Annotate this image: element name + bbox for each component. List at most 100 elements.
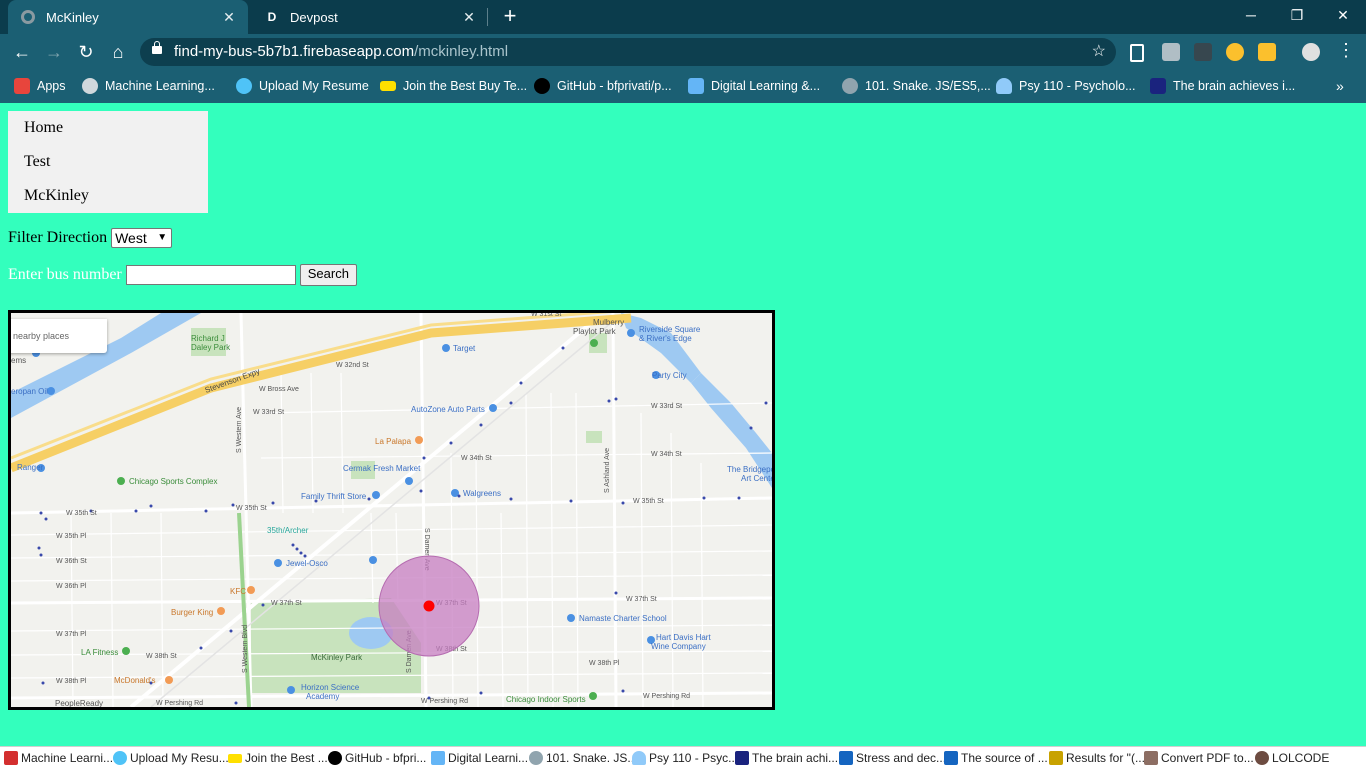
address-bar[interactable]: find-my-bus-5b7b1.firebaseapp.com/mckinl… xyxy=(140,38,1116,66)
bottom-item-github[interactable]: GitHub - bfpri... xyxy=(328,750,426,766)
bottom-item-results[interactable]: Results for "(... xyxy=(1049,750,1145,766)
home-icon[interactable]: ⌂ xyxy=(106,40,130,64)
tab-mckinley[interactable]: McKinley ✕ xyxy=(8,0,248,34)
e-icon xyxy=(735,751,749,765)
forward-icon[interactable]: → xyxy=(42,40,66,64)
svg-text:Richard J: Richard J xyxy=(191,334,225,343)
keep-notes-icon[interactable] xyxy=(1258,43,1276,61)
nav-mckinley-link[interactable]: McKinley xyxy=(8,179,208,213)
bottom-item-snake-js[interactable]: 101. Snake. JS... xyxy=(529,750,637,766)
new-tab-icon[interactable]: + xyxy=(498,4,522,28)
globe-icon xyxy=(82,78,98,94)
svg-text:Horizon Science: Horizon Science xyxy=(301,683,360,692)
more-bookmarks-icon[interactable]: » xyxy=(1336,77,1344,95)
bus-map[interactable]: Richard J Daley Park Target Riverside Squ… xyxy=(8,310,775,710)
bottom-item-upload-resume[interactable]: Upload My Resu... xyxy=(113,750,229,766)
svg-text:McDonald's: McDonald's xyxy=(114,676,156,685)
bookmark-machine-learning[interactable]: Machine Learning... xyxy=(82,77,215,95)
bookmark-brain[interactable]: The brain achieves i... xyxy=(1150,77,1295,95)
url-path: /mckinley.html xyxy=(414,43,509,60)
bottom-item-digital-learning[interactable]: Digital Learni... xyxy=(431,750,528,766)
svg-text:W 38th Pl: W 38th Pl xyxy=(56,678,87,685)
svg-text:La Palapa: La Palapa xyxy=(375,437,412,446)
nav-test-link[interactable]: Test xyxy=(8,145,208,179)
bottom-item-convert-pdf[interactable]: Convert PDF to... xyxy=(1144,750,1254,766)
svg-text:Party City: Party City xyxy=(652,371,687,380)
svg-text:W 36th Pl: W 36th Pl xyxy=(56,583,87,590)
svg-text:Chicago Sports Complex: Chicago Sports Complex xyxy=(129,477,217,486)
digital-learning-icon xyxy=(688,78,704,94)
nav-menu: Home Test McKinley xyxy=(8,111,208,213)
svg-text:W Pershing Rd: W Pershing Rd xyxy=(421,698,468,705)
avatar[interactable] xyxy=(1302,43,1320,61)
svg-text:Hart Davis Hart: Hart Davis Hart xyxy=(656,633,711,642)
e-icon xyxy=(1150,78,1166,94)
bookmark-digital-learning[interactable]: Digital Learning &... xyxy=(688,77,820,95)
direction-select-value: West xyxy=(115,230,147,246)
direction-select[interactable]: West ▼ xyxy=(111,228,173,248)
bookmark-icon[interactable] xyxy=(1130,44,1144,62)
bottom-item-source[interactable]: The source of ... xyxy=(944,750,1048,766)
svg-text:Burger King: Burger King xyxy=(171,608,213,617)
svg-text:W 37th St: W 37th St xyxy=(271,600,302,607)
svg-text:eropan Oil: eropan Oil xyxy=(11,387,48,396)
bookmark-snake-js[interactable]: 101. Snake. JS/ES5,... xyxy=(842,77,991,95)
pdf-icon xyxy=(4,751,18,765)
bookmark-apps[interactable]: Apps xyxy=(14,77,66,95)
svg-text:AutoZone Auto Parts: AutoZone Auto Parts xyxy=(411,405,485,414)
lock-icon xyxy=(152,41,162,54)
tab-devpost[interactable]: D Devpost ✕ xyxy=(250,0,488,34)
extension-icon[interactable] xyxy=(1194,43,1212,61)
devpost-icon: D xyxy=(267,10,277,24)
bookmark-psy-110[interactable]: Psy 110 - Psycholo... xyxy=(996,77,1136,95)
camera-icon[interactable] xyxy=(1162,43,1180,61)
cloud-icon xyxy=(996,78,1012,94)
restore-icon[interactable]: ❐ xyxy=(1274,0,1320,30)
svg-text:McKinley Park: McKinley Park xyxy=(311,653,363,662)
bottom-item-machine-learning[interactable]: Machine Learni... xyxy=(4,750,113,766)
bestbuy-icon xyxy=(380,81,396,91)
bestbuy-icon xyxy=(228,753,242,763)
svg-text:W 38th St: W 38th St xyxy=(146,653,177,660)
bookmark-best-buy[interactable]: Join the Best Buy Te... xyxy=(380,77,527,95)
close-tab-icon[interactable]: ✕ xyxy=(220,9,238,26)
database-icon xyxy=(236,78,252,94)
svg-text:W 35th St: W 35th St xyxy=(66,510,97,517)
svg-text:W Pershing Rd: W Pershing Rd xyxy=(156,700,203,707)
svg-text:W 34th St: W 34th St xyxy=(461,455,492,462)
bookmark-github[interactable]: GitHub - bfprivati/p... xyxy=(534,77,672,95)
svg-text:Target: Target xyxy=(453,344,476,353)
reload-icon[interactable]: ↻ xyxy=(74,40,98,64)
filter-direction-row: Filter Direction West ▼ xyxy=(8,228,173,248)
back-icon[interactable]: ← xyxy=(10,40,34,64)
bottom-item-brain[interactable]: The brain achi... xyxy=(735,750,838,766)
extension-compass-icon[interactable] xyxy=(1226,43,1244,61)
svg-text:W 34th St: W 34th St xyxy=(651,451,682,458)
search-button[interactable]: Search xyxy=(299,264,357,286)
github-icon xyxy=(328,751,342,765)
nav-home-link[interactable]: Home xyxy=(8,111,208,145)
map-search-box[interactable]: nearby places xyxy=(11,319,107,353)
close-tab-icon[interactable]: ✕ xyxy=(460,9,478,26)
minimize-icon[interactable]: ─ xyxy=(1228,0,1274,30)
bottom-item-lolcode[interactable]: LOLCODE xyxy=(1255,750,1329,766)
bookmark-star-icon[interactable]: ☆ xyxy=(1092,38,1106,66)
bookmark-upload-resume[interactable]: Upload My Resume xyxy=(236,77,369,95)
bus-number-input[interactable] xyxy=(125,265,296,285)
bottom-bookmarks-bar: Machine Learni... Upload My Resu... Join… xyxy=(0,746,1366,769)
bottom-item-best-buy[interactable]: Join the Best ... xyxy=(228,750,328,766)
browser-tab-strip: McKinley ✕ D Devpost ✕ + ─ ❐ ✕ xyxy=(0,0,1366,34)
svg-text:Jewel-Osco: Jewel-Osco xyxy=(286,559,328,568)
close-window-icon[interactable]: ✕ xyxy=(1320,0,1366,30)
svg-text:W Pershing Rd: W Pershing Rd xyxy=(643,693,690,700)
map-search-hint: nearby places xyxy=(13,331,70,341)
map-canvas: Richard JDaley Park Target Riverside Squ… xyxy=(11,313,772,707)
bottom-item-psy-110[interactable]: Psy 110 - Psyc... xyxy=(632,750,738,766)
filter-direction-label: Filter Direction xyxy=(8,229,108,246)
menu-dots-icon[interactable]: ⋮ xyxy=(1334,38,1358,62)
svg-text:KFC: KFC xyxy=(230,587,246,596)
bottom-item-stress[interactable]: Stress and dec... xyxy=(839,750,946,766)
bus-number-label: Enter bus number xyxy=(8,266,122,283)
tab-title: McKinley xyxy=(46,9,99,25)
svg-text:S Ashland Ave: S Ashland Ave xyxy=(604,448,611,493)
